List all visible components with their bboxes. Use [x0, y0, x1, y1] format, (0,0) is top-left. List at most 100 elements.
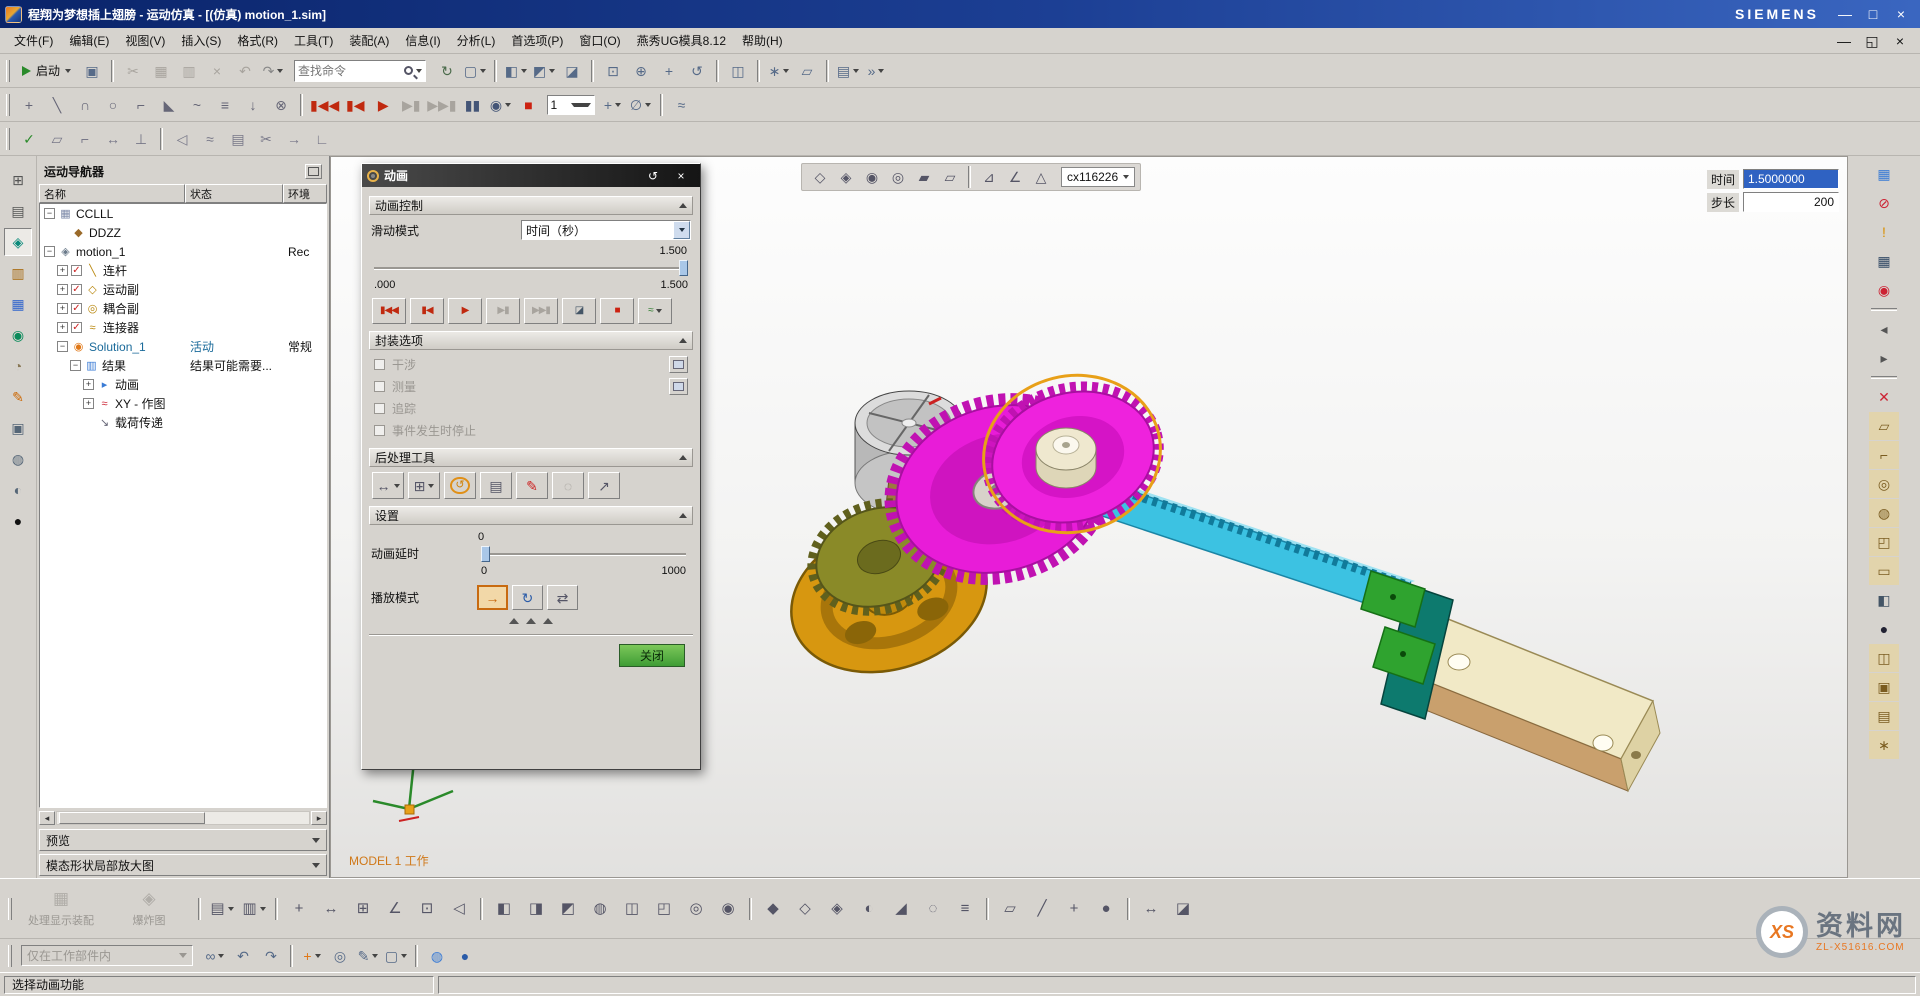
show-dof-icon[interactable]: ∠ [380, 894, 410, 924]
datum-axis-icon[interactable]: ╱ [1027, 894, 1057, 924]
edge-blend-icon[interactable]: ◐ [854, 894, 884, 924]
section-post-tools[interactable]: 后处理工具 [369, 448, 693, 467]
time-input[interactable]: 1.5000000 [1743, 169, 1839, 189]
profile-tool-icon[interactable]: ~ [184, 93, 210, 117]
step-input[interactable]: 200 [1743, 192, 1839, 212]
play-swing-icon[interactable]: ⇄ [547, 585, 578, 610]
tree-expander[interactable]: + [57, 303, 68, 314]
menu-item[interactable]: 视图(V) [117, 29, 173, 52]
circle-tool-icon[interactable]: ○ [100, 93, 126, 117]
tree-row[interactable]: −▦CCLLL [40, 204, 326, 223]
paste-icon[interactable]: ▥ [176, 59, 202, 83]
tree-expander[interactable]: + [83, 398, 94, 409]
ghost-tool-icon[interactable]: ◌ [552, 472, 584, 499]
preview-section[interactable]: 预览 [39, 829, 327, 851]
fast-forward-end-icon[interactable]: ▶▶▮ [426, 93, 457, 117]
scrollbar-thumb[interactable] [59, 812, 205, 824]
edge-rule-icon[interactable]: ▱ [938, 166, 962, 188]
pan-icon[interactable]: + [656, 59, 682, 83]
bearing-boss[interactable] [1036, 428, 1096, 488]
perspective-icon[interactable]: ◫ [725, 59, 751, 83]
zoom-icon[interactable]: ⊕ [628, 59, 654, 83]
step-back-icon[interactable]: ▮◀ [342, 93, 368, 117]
offset-tool-icon[interactable]: ≡ [212, 93, 238, 117]
tree-row[interactable]: −◉Solution_1活动常规 [40, 337, 326, 356]
boolean-intersect-icon[interactable]: ◈ [822, 894, 852, 924]
snap-entity-icon[interactable]: ◇ [808, 166, 832, 188]
trim-curve-icon[interactable]: ✂ [253, 127, 279, 151]
hd3d-tool-icon[interactable]: ▦ [1869, 160, 1899, 188]
stop-icon[interactable]: ■ [516, 93, 542, 117]
maximize-icon[interactable]: □ [1860, 2, 1886, 26]
exploded-view-button[interactable]: ◈ 爆炸图 [105, 883, 193, 935]
cube-display-icon[interactable]: ◧ [1869, 586, 1899, 614]
hd3d-tools-icon[interactable]: ▦ [4, 290, 32, 318]
mirror-curve-icon[interactable]: ◁ [169, 127, 195, 151]
scope-filter-combo[interactable]: 仅在工作部件内 [21, 945, 193, 966]
redo-icon[interactable]: ↷ [260, 59, 286, 83]
shaded-with-edges-icon[interactable]: ◪ [559, 59, 585, 83]
close-measure-icon[interactable]: ✕ [1869, 383, 1899, 411]
body-display-icon[interactable]: ▤ [1869, 702, 1899, 730]
filter-solid-icon[interactable]: ⊿ [977, 166, 1001, 188]
face-rule-icon[interactable]: ▰ [912, 166, 936, 188]
offset-curve-icon[interactable]: ≈ [197, 127, 223, 151]
tree-row[interactable]: +✓╲连杆 [40, 261, 326, 280]
collapse-left-icon[interactable]: ◂ [1869, 315, 1899, 343]
tree-row[interactable]: ◆DDZZ [40, 223, 326, 242]
undo-small-icon[interactable]: ↶ [230, 944, 256, 968]
sphere-display-icon[interactable]: ● [1869, 615, 1899, 643]
tree-row[interactable]: ↘载荷传递 [40, 413, 326, 432]
pad-tool-icon[interactable]: ▭ [1869, 557, 1899, 585]
save-movie-icon[interactable]: ↗ [588, 472, 620, 499]
datum-csys-icon[interactable]: + [1059, 894, 1089, 924]
play-once-icon[interactable]: → [477, 585, 508, 610]
pause-icon[interactable]: ▮▮ [460, 93, 486, 117]
record-movie-icon[interactable]: ◉ [488, 93, 514, 117]
frame-spinner[interactable]: 1 [547, 95, 595, 115]
section-animation-control[interactable]: 动画控制 [369, 196, 693, 215]
tree-row[interactable]: +✓≈连接器 [40, 318, 326, 337]
finish-sketch-icon[interactable]: ✓ [16, 127, 42, 151]
more-commands-icon[interactable]: » [863, 59, 889, 83]
thread-icon[interactable]: ≡ [950, 894, 980, 924]
motion-navigator-icon[interactable]: ◈ [4, 228, 32, 256]
reuse-library-icon[interactable]: ▥ [4, 259, 32, 287]
snap-center-icon[interactable]: ◉ [860, 166, 884, 188]
tree-row[interactable]: −▥结果结果可能需要... [40, 356, 326, 375]
show-hidden-assembly-button[interactable]: ▦ 处理显示装配 [17, 883, 105, 935]
rewind-to-start-icon[interactable]: ▮◀◀ [309, 93, 340, 117]
command-finder-input[interactable] [298, 64, 401, 78]
tree-expander[interactable]: + [57, 284, 68, 295]
menu-item[interactable]: 窗口(O) [571, 29, 628, 52]
feature-cone-icon[interactable]: ◩ [553, 894, 583, 924]
measure-motion-icon[interactable]: ∅ [628, 93, 654, 117]
sequence-tool-icon[interactable]: ▤ [480, 472, 512, 499]
mode-shape-section[interactable]: 模态形状局部放大图 [39, 854, 327, 876]
tree-expander[interactable]: + [83, 379, 94, 390]
collapse-right-icon[interactable]: ▸ [1869, 344, 1899, 372]
menu-item[interactable]: 首选项(P) [503, 29, 571, 52]
close-button[interactable]: 关闭 [619, 644, 685, 667]
orient-view-icon[interactable]: ◧ [503, 59, 529, 83]
trace-tool-icon[interactable]: ✎ [516, 472, 548, 499]
menu-item[interactable]: 文件(F) [6, 29, 61, 52]
constraint-navigator-icon[interactable]: ▤ [4, 197, 32, 225]
assembly-drawer-alt-icon[interactable]: ▥ [239, 894, 269, 924]
history-palette-icon[interactable]: ◔ [4, 352, 32, 380]
edge-display-icon[interactable]: ◫ [1869, 644, 1899, 672]
delay-slider[interactable] [481, 545, 686, 563]
toolbar-grip[interactable] [8, 898, 12, 920]
extend-curve-icon[interactable]: → [281, 127, 307, 151]
xy-graph-tool-icon[interactable]: ⊞ [408, 472, 440, 499]
corner-curve-icon[interactable]: ∟ [309, 127, 335, 151]
play-forward-icon[interactable]: ▶ [370, 93, 396, 117]
feature-cylinder-icon[interactable]: ◨ [521, 894, 551, 924]
chevron-down-icon[interactable] [416, 69, 422, 73]
column-name[interactable]: 名称 [39, 184, 185, 203]
edit-sketch-icon[interactable]: ✎ [355, 944, 381, 968]
export-movie-icon[interactable]: ◪ [562, 298, 596, 324]
user-combo[interactable]: cx116226 [1061, 167, 1135, 187]
fast-forward-end-icon[interactable]: ▶▶▮ [524, 298, 558, 324]
tree-expander[interactable]: − [44, 208, 55, 219]
